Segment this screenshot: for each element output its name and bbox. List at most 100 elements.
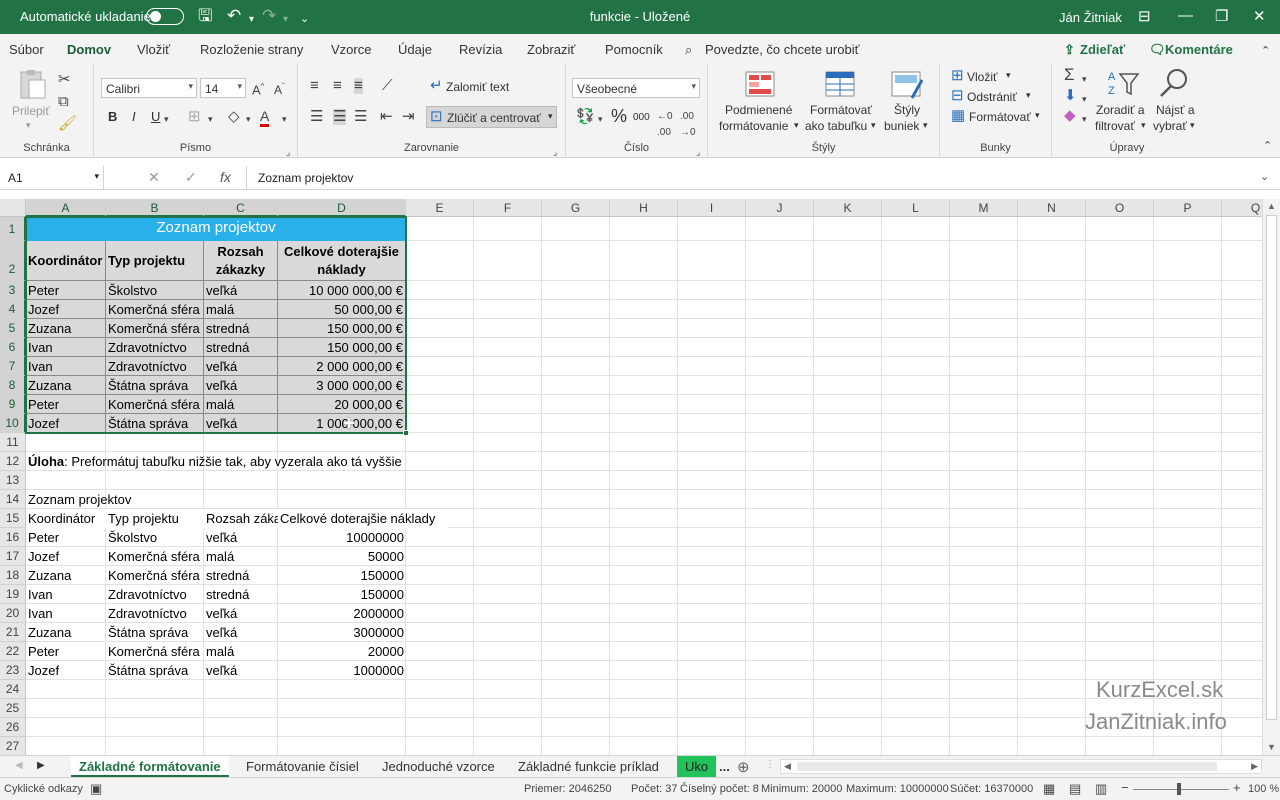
formatted-table-cell[interactable]: Zuzana: [26, 376, 106, 395]
column-header-d[interactable]: D: [278, 199, 406, 217]
raw-table-cell[interactable]: Jozef: [26, 661, 106, 680]
row-header-4[interactable]: 4: [0, 300, 26, 319]
raw-table-cell[interactable]: Jozef: [26, 547, 106, 566]
row-header-26[interactable]: 26: [0, 718, 26, 737]
format-as-table-label-1[interactable]: Formátovať: [810, 103, 872, 117]
sort-filter-label-1[interactable]: Zoradiť a: [1096, 103, 1145, 117]
orientation-icon[interactable]: ⟋: [382, 78, 393, 94]
horizontal-scrollbar[interactable]: ◀ ▶: [780, 759, 1262, 774]
tab-data[interactable]: Údaje: [398, 42, 432, 57]
row-header-2[interactable]: 2: [0, 241, 26, 281]
formatted-table-cell[interactable]: Komerčná sféra: [106, 300, 204, 319]
insert-function-button[interactable]: fx: [220, 169, 231, 185]
collapse-ribbon-icon[interactable]: ⌃: [1263, 138, 1272, 154]
raw-header-cell[interactable]: Rozsah zákazky: [204, 509, 278, 528]
formula-input[interactable]: Zoznam projektov: [258, 171, 353, 185]
scroll-right-icon[interactable]: ▶: [1251, 761, 1258, 772]
raw-table-cell[interactable]: stredná: [204, 585, 278, 604]
chevron-down-icon[interactable]: ▾: [246, 111, 251, 127]
column-header-q[interactable]: Q: [1222, 199, 1262, 217]
raw-table-cell[interactable]: Štátna správa: [106, 661, 204, 680]
zoom-in-button[interactable]: +: [1233, 780, 1241, 795]
formatted-table-cell[interactable]: stredná: [204, 338, 278, 357]
column-header-p[interactable]: P: [1154, 199, 1222, 217]
tab-scroll-left-icon[interactable]: ◀: [15, 760, 23, 771]
font-name-select[interactable]: Calibri ▾: [101, 78, 197, 98]
row-header-16[interactable]: 16: [0, 528, 26, 547]
raw-table-cell[interactable]: Peter: [26, 642, 106, 661]
align-middle-icon[interactable]: ≡: [333, 78, 342, 94]
format-cells-button[interactable]: Formátovať: [969, 110, 1031, 124]
row-header-12[interactable]: 12: [0, 452, 26, 471]
raw-table-cell[interactable]: Komerčná sféra: [106, 566, 204, 585]
chevron-down-icon[interactable]: ▾: [164, 111, 169, 127]
raw-table-cell[interactable]: Komerčná sféra: [106, 642, 204, 661]
row-header-25[interactable]: 25: [0, 699, 26, 718]
row-header-6[interactable]: 6: [0, 338, 26, 357]
user-name[interactable]: Ján Žitniak: [1059, 10, 1122, 25]
page-layout-view-icon[interactable]: ▤: [1069, 781, 1081, 797]
tell-me-input[interactable]: Povedzte, čo chcete urobiť: [705, 42, 859, 57]
align-top-icon[interactable]: ≡: [310, 78, 319, 94]
formatted-table-cell[interactable]: veľká: [204, 376, 278, 395]
zoom-slider-track[interactable]: [1133, 789, 1229, 790]
row-header-24[interactable]: 24: [0, 680, 26, 699]
column-header-g[interactable]: G: [542, 199, 610, 217]
conditional-formatting-label-1[interactable]: Podmienené: [725, 103, 792, 117]
row-header-20[interactable]: 20: [0, 604, 26, 623]
chevron-down-icon[interactable]: ▾: [794, 120, 799, 131]
cut-icon[interactable]: ✂: [58, 72, 71, 88]
tab-insert[interactable]: Vložiť: [137, 42, 170, 57]
column-header-j[interactable]: J: [746, 199, 814, 217]
sort-filter-icon[interactable]: AZ: [1106, 68, 1140, 98]
find-select-label-2[interactable]: vybrať: [1153, 119, 1187, 133]
chevron-down-icon[interactable]: ▾: [923, 120, 928, 131]
merge-center-button[interactable]: ⊡ Zlúčiť a centrovať ▾: [426, 106, 557, 128]
row-header-15[interactable]: 15: [0, 509, 26, 528]
insert-cells-button[interactable]: Vložiť: [967, 70, 998, 84]
raw-table-cell[interactable]: veľká: [204, 623, 278, 642]
percent-button[interactable]: %: [611, 106, 627, 127]
format-as-table-label-2[interactable]: ako tabuľku: [805, 119, 867, 133]
formatted-table-cell[interactable]: 3 000 000,00 €: [278, 376, 406, 395]
row-header-14[interactable]: 14: [0, 490, 26, 509]
row-header-11[interactable]: 11: [0, 433, 26, 452]
cell-styles-label-1[interactable]: Štýly: [894, 103, 920, 117]
format-as-table-icon[interactable]: [824, 70, 858, 100]
increase-decimal-icon[interactable]: ←0.00: [657, 109, 673, 141]
zoom-slider-thumb[interactable]: [1177, 783, 1181, 795]
font-color-icon[interactable]: A: [260, 108, 270, 127]
tab-formulas[interactable]: Vzorce: [331, 42, 371, 57]
formatted-table-title[interactable]: Zoznam projektov: [26, 217, 406, 241]
page-break-view-icon[interactable]: ▥: [1095, 781, 1107, 797]
fill-icon[interactable]: ⬇: [1064, 88, 1077, 104]
raw-header-cell[interactable]: Celkové doterajšie náklady: [278, 509, 448, 528]
paste-icon[interactable]: [15, 70, 49, 100]
chevron-down-icon[interactable]: ▾: [1035, 110, 1040, 121]
column-header-n[interactable]: N: [1018, 199, 1086, 217]
raw-table-cell[interactable]: Školstvo: [106, 528, 204, 547]
decrease-decimal-icon[interactable]: .00 →0: [680, 109, 696, 141]
find-select-label-1[interactable]: Nájsť a: [1156, 103, 1195, 117]
more-sheets-button[interactable]: ...: [711, 756, 738, 777]
formatted-header-cell[interactable]: Celkové doterajšie náklady: [278, 241, 406, 281]
vertical-scrollbar[interactable]: ▲ ▼: [1262, 199, 1280, 755]
column-header-o[interactable]: O: [1086, 199, 1154, 217]
formatted-table-cell[interactable]: malá: [204, 395, 278, 414]
row-header-3[interactable]: 3: [0, 281, 26, 300]
paste-dropdown-icon[interactable]: ▾: [26, 120, 31, 131]
raw-table-cell[interactable]: 50000: [278, 547, 406, 566]
scroll-down-icon[interactable]: ▼: [1267, 742, 1276, 752]
formatted-table-cell[interactable]: 20 000,00 €: [278, 395, 406, 414]
raw-table-cell[interactable]: 10000000: [278, 528, 406, 547]
raw-table-cell[interactable]: Zdravotníctvo: [106, 585, 204, 604]
cell-styles-icon[interactable]: [890, 70, 924, 100]
raw-table-cell[interactable]: Štátna správa: [106, 623, 204, 642]
name-box[interactable]: A1 ▾: [4, 166, 104, 189]
raw-table-cell[interactable]: 20000: [278, 642, 406, 661]
column-header-c[interactable]: C: [204, 199, 278, 217]
raw-table-cell[interactable]: malá: [204, 547, 278, 566]
chevron-down-icon[interactable]: ▾: [1026, 90, 1031, 101]
tab-file[interactable]: Súbor: [9, 42, 44, 57]
column-header-m[interactable]: M: [950, 199, 1018, 217]
